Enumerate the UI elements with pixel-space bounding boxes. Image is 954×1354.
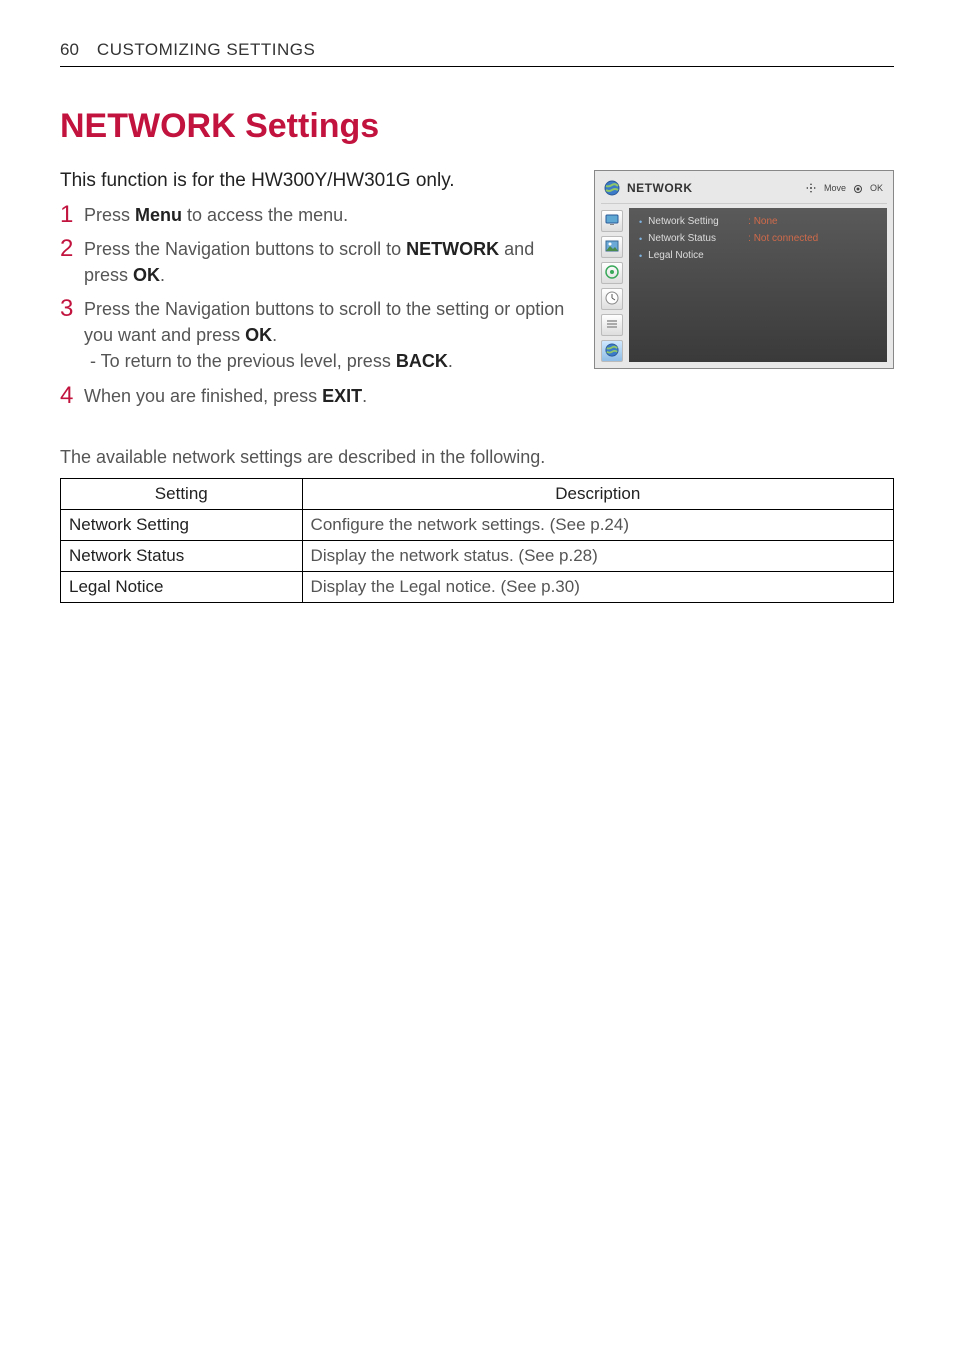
- step-text: Press the Navigation buttons to scroll t…: [84, 239, 406, 259]
- step-bold: OK: [245, 325, 272, 345]
- subtitle: This function is for the HW300Y/HW301G o…: [60, 170, 574, 192]
- step-bold: Menu: [135, 205, 182, 225]
- page-header: 60 CUSTOMIZING SETTINGS: [60, 40, 894, 67]
- step-text: to access the menu.: [182, 205, 348, 225]
- globe-icon: [605, 343, 619, 360]
- sub-step: - To return to the previous level, press…: [84, 348, 574, 374]
- osd-tab-active[interactable]: [601, 340, 623, 362]
- table-header: Setting: [61, 478, 303, 509]
- osd-value: : Not connected: [748, 233, 818, 244]
- page-title: NETWORK Settings: [60, 107, 894, 146]
- setting-desc: Display the Legal notice. (See p.30): [302, 571, 893, 602]
- step-item: 2 Press the Navigation buttons to scroll…: [60, 236, 574, 288]
- osd-sidebar: [601, 208, 625, 362]
- step-bold: EXIT: [322, 386, 362, 406]
- osd-tab[interactable]: [601, 314, 623, 336]
- osd-tab[interactable]: [601, 210, 623, 232]
- table-row: Legal Notice Display the Legal notice. (…: [61, 571, 894, 602]
- step-item: 3 Press the Navigation buttons to scroll…: [60, 296, 574, 374]
- step-number: 3: [60, 292, 73, 327]
- step-number: 1: [60, 198, 73, 233]
- step-text: .: [160, 265, 165, 285]
- globe-icon: [603, 179, 621, 197]
- table-header: Description: [302, 478, 893, 509]
- page-number: 60: [60, 40, 79, 60]
- ok-icon: [854, 183, 862, 193]
- bullet-icon: •: [639, 217, 642, 227]
- osd-content: • Network Setting : None • Network Statu…: [629, 208, 887, 362]
- osd-label: Network Status: [648, 233, 748, 244]
- osd-tab[interactable]: [601, 236, 623, 258]
- setting-name: Legal Notice: [61, 571, 303, 602]
- osd-hint-label: Move: [824, 183, 846, 193]
- osd-row[interactable]: • Network Status : Not connected: [639, 233, 877, 244]
- step-item: 1 Press Menu to access the menu.: [60, 202, 574, 228]
- setting-desc: Display the network status. (See p.28): [302, 540, 893, 571]
- step-text: When you are finished, press: [84, 386, 322, 406]
- table-intro: The available network settings are descr…: [60, 447, 894, 468]
- step-number: 2: [60, 232, 73, 267]
- setting-desc: Configure the network settings. (See p.2…: [302, 509, 893, 540]
- photo-icon: [605, 239, 619, 256]
- table-row: Network Status Display the network statu…: [61, 540, 894, 571]
- bullet-icon: •: [639, 251, 642, 261]
- step-text: .: [448, 351, 453, 371]
- step-text: .: [362, 386, 367, 406]
- osd-row[interactable]: • Legal Notice: [639, 250, 877, 261]
- step-number: 4: [60, 379, 73, 414]
- clock-icon: [605, 291, 619, 308]
- step-item: 4 When you are finished, press EXIT.: [60, 383, 574, 409]
- osd-label: Network Setting: [648, 216, 748, 227]
- osd-title: NETWORK: [627, 181, 800, 195]
- monitor-icon: [605, 213, 619, 230]
- osd-header: NETWORK Move OK: [601, 177, 887, 204]
- setting-name: Network Status: [61, 540, 303, 571]
- steps-list: 1 Press Menu to access the menu. 2 Press…: [60, 202, 574, 409]
- osd-value: : None: [748, 216, 777, 227]
- osd-hint-label: OK: [870, 183, 883, 193]
- osd-tab[interactable]: [601, 288, 623, 310]
- step-text: .: [272, 325, 277, 345]
- step-text: - To return to the previous level, press: [90, 351, 396, 371]
- table-header-row: Setting Description: [61, 478, 894, 509]
- step-bold: OK: [133, 265, 160, 285]
- osd-tab[interactable]: [601, 262, 623, 284]
- audio-icon: [605, 265, 619, 282]
- step-text: Press: [84, 205, 135, 225]
- osd-row[interactable]: • Network Setting : None: [639, 216, 877, 227]
- step-bold: BACK: [396, 351, 448, 371]
- osd-hints: Move OK: [806, 183, 883, 194]
- table-row: Network Setting Configure the network se…: [61, 509, 894, 540]
- options-icon: [605, 317, 619, 334]
- osd-panel: NETWORK Move OK: [594, 170, 894, 369]
- setting-name: Network Setting: [61, 509, 303, 540]
- section-title: CUSTOMIZING SETTINGS: [97, 40, 315, 60]
- step-text: Press the Navigation buttons to scroll t…: [84, 299, 564, 345]
- osd-label: Legal Notice: [648, 250, 748, 261]
- move-icon: [806, 183, 816, 194]
- step-bold: NETWORK: [406, 239, 499, 259]
- settings-table: Setting Description Network Setting Conf…: [60, 478, 894, 603]
- bullet-icon: •: [639, 234, 642, 244]
